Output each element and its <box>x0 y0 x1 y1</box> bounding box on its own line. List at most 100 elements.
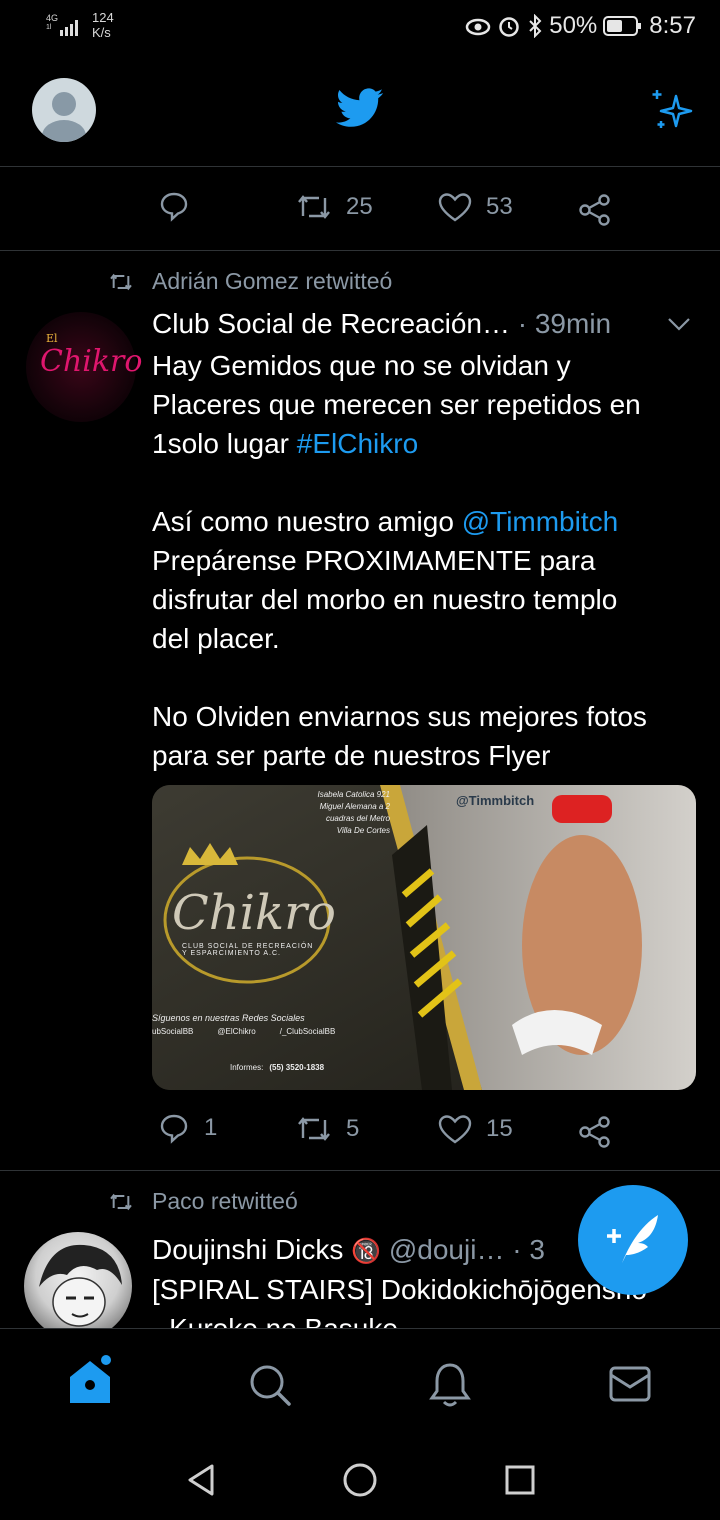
retweet-icon <box>298 1117 330 1141</box>
tweet-text-line: para ser parte de nuestros Flyer <box>152 740 551 771</box>
tweet-text-line: Prepárense PROXIMAMENTE para <box>152 545 596 576</box>
heart-icon <box>438 193 472 222</box>
share-icon[interactable] <box>578 1116 612 1148</box>
retweet-indicator-icon <box>110 273 132 291</box>
bottom-navigation <box>0 1328 720 1441</box>
nav-notifications[interactable] <box>428 1361 472 1412</box>
author-name[interactable]: Club Social de Recreación… <box>152 308 510 339</box>
like-count: 15 <box>486 1115 513 1142</box>
messages-icon <box>609 1366 651 1402</box>
battery-icon <box>603 16 642 36</box>
retweet-button[interactable]: 25 <box>296 192 373 222</box>
flyer-club-name: CLUB SOCIAL DE RECREACIÓN Y ESPARCIMIENT… <box>182 943 313 957</box>
retweet-indicator-icon <box>110 1193 132 1211</box>
tweet-text-line: Placeres que merecen ser repetidos en <box>152 389 641 420</box>
flyer-follow-text: Síguenos en nuestras Redes Sociales <box>152 1013 305 1023</box>
retweeted-by-label[interactable]: Adrián Gomez retwitteó <box>152 268 392 295</box>
tweet-text-line: del placer. <box>152 623 280 654</box>
nav-search[interactable] <box>248 1363 292 1412</box>
timestamp[interactable]: 3 <box>529 1234 545 1265</box>
adult-badge: 🔞 <box>351 1238 382 1265</box>
reply-icon <box>160 1114 188 1144</box>
status-bar: 4G 1l 124 K/s 50% 8:57 <box>0 0 720 56</box>
flyer-club-line: Y ESPARCIMIENTO A.C. <box>182 950 281 957</box>
compose-tweet-button[interactable] <box>578 1185 688 1295</box>
back-icon[interactable] <box>184 1462 218 1498</box>
flyer-address-line: cuadras del Metro <box>325 814 390 823</box>
network-speed: 124 K/s <box>92 10 114 40</box>
tweet-text-line: Así como nuestro amigo @Timmbitch <box>152 502 704 541</box>
retweeted-by-label[interactable]: Paco retwitteó <box>152 1188 298 1215</box>
flyer-address: Isabela Catolica 921 Miguel Alemana a 2 … <box>290 789 391 837</box>
battery-percent: 50% <box>549 12 598 39</box>
home-circle-icon[interactable] <box>342 1462 378 1498</box>
retweet-button[interactable]: 5 <box>296 1114 359 1144</box>
flyer-social: ubSocialBB <box>152 1027 194 1036</box>
tweet-media-image[interactable]: Isabela Catolica 921 Miguel Alemana a 2 … <box>152 785 696 1090</box>
heart-icon <box>438 1115 472 1144</box>
author-avatar-wrap[interactable] <box>24 1232 132 1328</box>
speed-value: 124 <box>92 10 114 25</box>
flyer-address-line: Isabela Catolica 921 <box>317 790 391 799</box>
twitter-bird-icon[interactable] <box>336 88 384 130</box>
status-right: 50% 8:57 <box>465 12 696 40</box>
flyer-phone: (55) 3520-1838 <box>269 1063 325 1072</box>
reply-button[interactable]: 1 <box>158 1112 217 1144</box>
share-icon[interactable] <box>578 194 612 226</box>
author-name[interactable]: Doujinshi Dicks <box>152 1234 343 1265</box>
mention-link[interactable]: @Timmbitch <box>462 506 619 537</box>
tweet-text-line: - Kuroko no Basuke <box>152 1309 704 1328</box>
tweet-text-line: Hay Gemidos que no se olvidan y <box>152 350 571 381</box>
chevron-down-icon[interactable] <box>666 316 692 332</box>
flyer-social: /_ClubSocialBB <box>279 1027 336 1036</box>
timestamp[interactable]: 39min <box>535 308 611 339</box>
text-fragment: Así como nuestro amigo <box>152 506 462 537</box>
separator: · <box>517 308 528 339</box>
reply-count: 1 <box>204 1114 218 1141</box>
flyer-logo-text: Chikro <box>172 885 336 941</box>
search-icon <box>250 1365 291 1406</box>
author-avatar[interactable]: El Chikro <box>26 312 142 422</box>
reply-icon <box>160 192 188 222</box>
network-indicator: 4G 1l <box>46 14 58 32</box>
eye-icon <box>465 18 491 36</box>
flyer-social: @ElChikro <box>217 1027 256 1036</box>
profile-avatar-button[interactable] <box>32 78 96 142</box>
tweet-text: Hay Gemidos que no se olvidan y Placeres… <box>152 346 704 775</box>
retweet-count: 25 <box>346 193 373 220</box>
tweet-text-line: 1solo lugar #ElChikro <box>152 424 704 463</box>
flyer-address-line: Miguel Alemana a 2 <box>319 802 390 811</box>
separator: · <box>512 1234 522 1265</box>
like-count: 53 <box>486 193 513 220</box>
flyer-handle: @Timmbitch <box>456 793 535 808</box>
hashtag-link[interactable]: #ElChikro <box>297 428 418 459</box>
clock: 8:57 <box>649 12 696 39</box>
tweet-text-line: No Olviden enviarnos sus mejores fotos <box>152 701 647 732</box>
flyer-address-line: Villa De Cortes <box>336 826 390 835</box>
flyer-informes-label: Informes: <box>230 1063 264 1072</box>
bluetooth-icon <box>529 14 542 38</box>
nav-messages[interactable] <box>608 1365 652 1408</box>
text-fragment: 1solo lugar <box>152 428 297 459</box>
signal-icon <box>60 20 78 36</box>
notifications-icon <box>429 1363 471 1407</box>
author-handle[interactable]: @douji… <box>389 1234 505 1265</box>
like-button[interactable]: 15 <box>438 1114 513 1144</box>
avatar-logo-text: Chikro <box>40 344 143 379</box>
divider <box>0 1170 720 1171</box>
tweet-header: Doujinshi Dicks 🔞 @douji… · 3 <box>152 1234 592 1266</box>
system-navigation-bar <box>0 1440 720 1520</box>
reply-button[interactable] <box>158 190 190 227</box>
alarm-icon <box>499 17 519 37</box>
compose-feather-icon <box>607 1215 658 1263</box>
like-button[interactable]: 53 <box>438 192 513 222</box>
recents-icon[interactable] <box>504 1464 536 1496</box>
tweet-header: Club Social de Recreación… · 39min <box>152 308 692 340</box>
retweet-count: 5 <box>346 1115 360 1142</box>
network-type: 4G <box>46 13 59 23</box>
nav-home[interactable] <box>66 1355 116 1412</box>
avatar-illustration <box>39 1244 122 1327</box>
sparkle-icon[interactable] <box>648 86 696 134</box>
